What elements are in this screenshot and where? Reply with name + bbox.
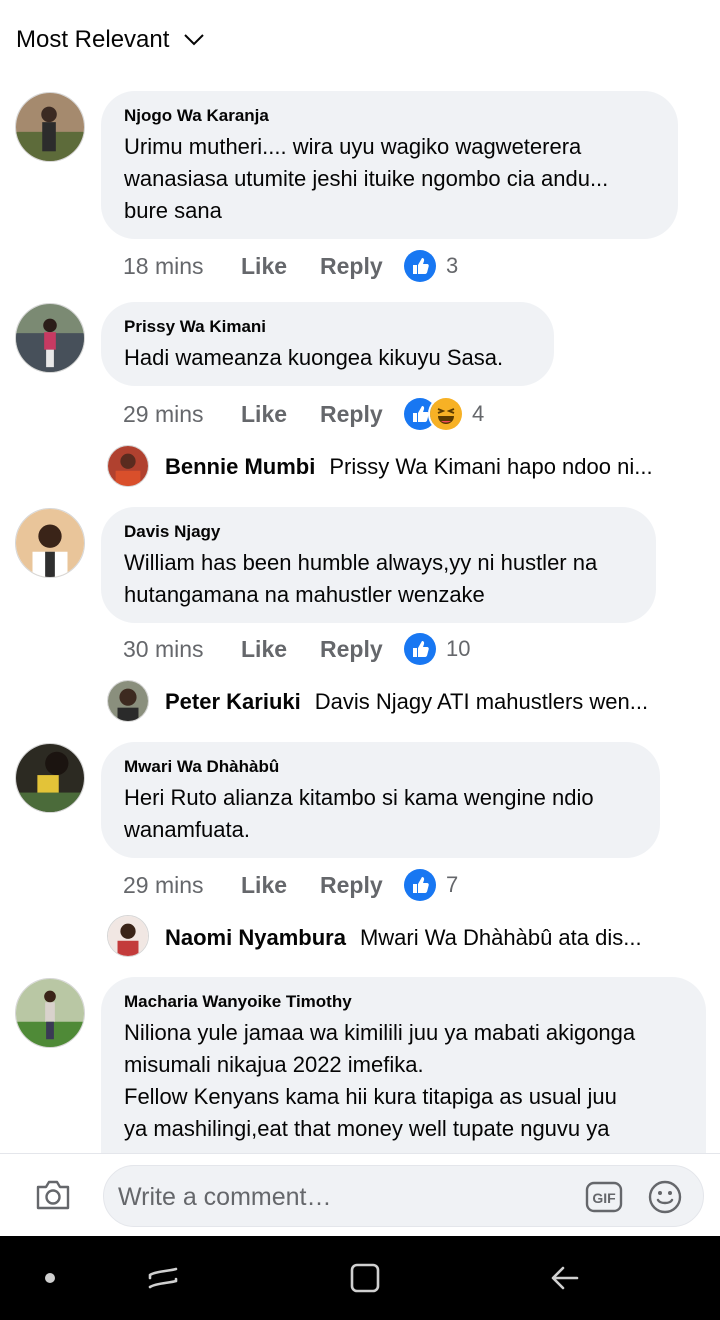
comment-time[interactable]: 30 mins [123, 636, 241, 663]
comment-composer: GIF [0, 1153, 720, 1237]
comment-author[interactable]: Prissy Wa Kimani [124, 316, 532, 338]
comment-bubble[interactable]: Njogo Wa Karanja Urimu mutheri.... wira … [101, 91, 678, 239]
avatar[interactable] [15, 978, 85, 1048]
avatar[interactable] [15, 303, 85, 373]
sort-label: Most Relevant [16, 26, 170, 53]
nav-dot-icon[interactable] [30, 1236, 70, 1320]
comment-author[interactable]: Davis Njagy [124, 521, 634, 543]
reply-avatar[interactable] [107, 680, 149, 722]
comment-author[interactable]: Mwari Wa Dhàhàbû [124, 756, 638, 778]
comment-input[interactable] [116, 1174, 560, 1220]
reply-text: Davis Njagy ATI mahustlers wen... [314, 689, 649, 714]
comment-field[interactable]: GIF [103, 1165, 704, 1227]
reply-button[interactable]: Reply [320, 401, 402, 428]
reply-text: Prissy Wa Kimani hapo ndoo ni... [329, 454, 653, 479]
recent-apps-icon[interactable] [138, 1236, 188, 1320]
reply-author[interactable]: Naomi Nyambura [165, 925, 346, 951]
reply-preview[interactable]: Peter Kariuki Davis Njagy ATI mahustlers… [165, 689, 685, 715]
comment-time[interactable]: 29 mins [123, 872, 241, 899]
comment-author[interactable]: Macharia Wanyoike Timothy [124, 991, 684, 1013]
comment-actions: 29 mins Like Reply 7 [123, 867, 458, 903]
haha-icon [428, 396, 464, 432]
like-button[interactable]: Like [241, 636, 320, 663]
reaction-count: 7 [446, 872, 459, 897]
reply-button[interactable]: Reply [320, 872, 402, 899]
comment-actions: 29 mins Like Reply 4 [123, 396, 484, 432]
reply-avatar[interactable] [107, 445, 149, 487]
system-nav-bar [0, 1236, 720, 1320]
back-icon[interactable] [540, 1236, 590, 1320]
comment-bubble[interactable]: Mwari Wa Dhàhàbû Heri Ruto alianza kitam… [101, 742, 660, 858]
reply-avatar[interactable] [107, 915, 149, 957]
like-icon [402, 867, 438, 903]
comment-time[interactable]: 29 mins [123, 401, 241, 428]
comment-time[interactable]: 18 mins [123, 253, 241, 280]
reply-preview[interactable]: Naomi Nyambura Mwari Wa Dhàhàbû ata dis.… [165, 925, 675, 951]
comment-actions: 18 mins Like Reply 3 [123, 248, 458, 284]
comment-text: Urimu mutheri.... wira uyu wagiko wagwet… [124, 134, 609, 223]
like-icon [402, 631, 438, 667]
reply-author[interactable]: Peter Kariuki [165, 689, 301, 715]
gif-icon[interactable]: GIF [585, 1181, 623, 1213]
emoji-icon[interactable] [648, 1180, 682, 1214]
camera-icon[interactable] [34, 1178, 72, 1212]
reply-text: Mwari Wa Dhàhàbû ata dis... [359, 925, 642, 950]
comment-author[interactable]: Njogo Wa Karanja [124, 105, 656, 127]
comment-text: William has been humble always,yy ni hus… [124, 550, 598, 607]
home-icon[interactable] [340, 1236, 390, 1320]
reply-author[interactable]: Bennie Mumbi [165, 454, 315, 480]
reactions[interactable]: 7 [402, 867, 458, 903]
comment-bubble[interactable]: Davis Njagy William has been humble alwa… [101, 507, 656, 623]
reaction-count: 10 [446, 636, 471, 661]
reactions[interactable]: 10 [402, 631, 470, 667]
avatar[interactable] [15, 92, 85, 162]
comment-text: Hadi wameanza kuongea kikuyu Sasa. [124, 345, 504, 370]
gif-label: GIF [592, 1190, 616, 1206]
comment-text: Niliona yule jamaa wa kimilili juu ya ma… [124, 1020, 636, 1141]
comment-actions: 30 mins Like Reply 10 [123, 631, 470, 667]
reply-button[interactable]: Reply [320, 636, 402, 663]
reactions[interactable]: 4 [402, 396, 484, 432]
like-button[interactable]: Like [241, 401, 320, 428]
reply-button[interactable]: Reply [320, 253, 402, 280]
reaction-count: 3 [446, 253, 459, 278]
reactions[interactable]: 3 [402, 248, 458, 284]
chevron-down-icon [184, 34, 205, 46]
avatar[interactable] [15, 743, 85, 813]
avatar[interactable] [15, 508, 85, 578]
comment-bubble[interactable]: Prissy Wa Kimani Hadi wameanza kuongea k… [101, 302, 554, 386]
sort-dropdown[interactable]: Most Relevant [16, 26, 205, 54]
comment-text: Heri Ruto alianza kitambo si kama wengin… [124, 785, 594, 842]
like-button[interactable]: Like [241, 253, 320, 280]
reaction-count: 4 [472, 401, 485, 426]
reply-preview[interactable]: Bennie Mumbi Prissy Wa Kimani hapo ndoo … [165, 454, 685, 480]
like-icon [402, 248, 438, 284]
like-button[interactable]: Like [241, 872, 320, 899]
